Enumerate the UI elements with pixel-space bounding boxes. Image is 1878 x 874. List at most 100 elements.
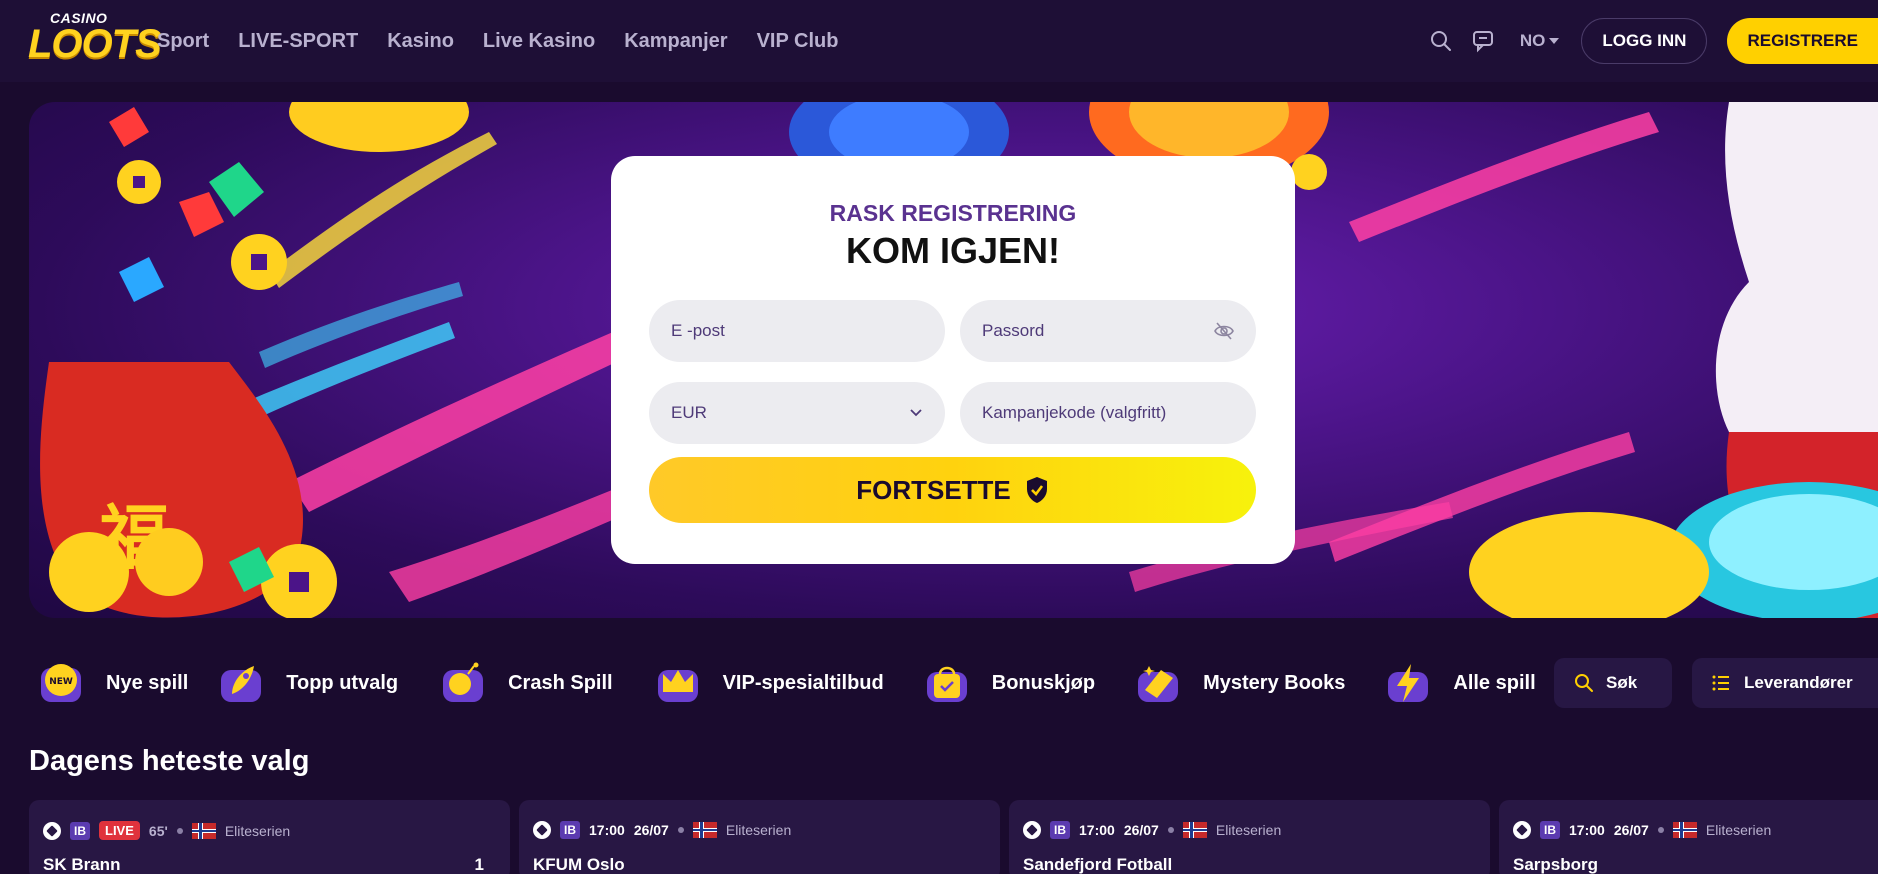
ib-badge: IB [70,821,90,840]
login-button[interactable]: LOGG INN [1581,18,1708,64]
list-icon [1712,675,1730,691]
new-badge-icon: NEW [38,660,84,706]
category-label: Crash Spill [508,671,613,694]
game-categories: NEW Nye spill Topp utvalg Crash Spill VI… [38,655,1536,711]
category-topp-utvalg[interactable]: Topp utvalg [218,660,398,706]
chevron-down-icon [909,408,923,418]
category-alle-spill[interactable]: Alle spill [1385,660,1536,706]
providers-label: Leverandører [1744,673,1853,692]
home-team: Sarpsborg [1513,855,1599,874]
match-minute: 65' [148,822,168,839]
email-field[interactable] [649,300,945,362]
header-actions: NO LOGG INN REGISTRERE [1428,0,1878,82]
ib-badge: IB [1050,821,1070,839]
category-crash-spill[interactable]: Crash Spill [440,660,613,706]
category-label: Mystery Books [1203,671,1346,694]
book-icon [1135,660,1181,706]
eye-off-icon[interactable] [1214,322,1234,340]
norway-flag-icon [1672,822,1697,838]
home-team: Sandefjord Fotball [1023,855,1173,874]
match-card[interactable]: IB LIVE 65' Eliteserien SK Brann 1 [29,800,510,874]
match-meta: IB 17:00 26/07 Eliteserien [1513,821,1771,839]
match-time: 17:00 [589,822,625,838]
football-icon [1023,821,1041,839]
form-subtitle: RASK REGISTRERING [829,200,1077,226]
football-icon [533,821,551,839]
language-code: NO [1519,31,1546,50]
nav-kampanjer[interactable]: Kampanjer [624,30,727,53]
match-date: 26/07 [633,822,669,838]
main-nav: Sport LIVE-SPORT Kasino Live Kasino Kamp… [157,0,838,82]
section-title: Dagens heteste valg [29,745,310,777]
game-search-button[interactable]: Søk [1554,658,1672,708]
separator-dot [1167,827,1174,833]
hero-banner: 福 RASK REGISTRERING KOM IGJEN! E -post E… [29,102,1878,618]
nav-kasino[interactable]: Kasino [387,30,454,53]
email-input[interactable] [671,321,923,341]
football-icon [43,821,61,840]
home-team: KFUM Oslo [533,855,625,874]
norway-flag-icon [692,822,717,838]
match-meta: IB LIVE 65' Eliteserien [43,821,290,840]
separator-dot [176,827,183,834]
nav-vip-club[interactable]: VIP Club [757,30,839,53]
category-bonuskjop[interactable]: Bonuskjøp [924,660,1095,706]
lightning-icon [1385,660,1431,706]
nav-sport[interactable]: Sport [157,30,209,53]
category-label: Alle spill [1453,671,1536,694]
separator-dot [1657,827,1664,833]
league-name: Eliteserien [1705,822,1772,838]
match-time: 17:00 [1569,822,1605,838]
search-icon [1574,673,1594,693]
match-time: 17:00 [1079,822,1115,838]
form-title: KOM IGJEN! [845,230,1060,271]
match-meta: IB 17:00 26/07 Eliteserien [1023,821,1281,839]
currency-value: EUR [671,403,707,422]
category-label: Bonuskjøp [991,671,1096,694]
bomb-icon [440,660,486,706]
home-team: SK Brann [43,855,121,874]
search-icon[interactable] [1428,28,1454,54]
match-meta: IB 17:00 26/07 Eliteserien [533,821,791,839]
password-field[interactable] [960,300,1256,362]
category-label: Topp utvalg [286,671,399,694]
league-name: Eliteserien [224,822,291,839]
password-input[interactable] [982,321,1214,341]
crown-icon [655,660,701,706]
promo-code-input[interactable] [982,403,1234,423]
currency-select[interactable]: EUR [649,382,945,444]
svg-text:NEW: NEW [49,677,73,687]
category-label: Nye spill [106,671,189,694]
category-vip-spesialtilbud[interactable]: VIP-spesialtilbud [655,660,884,706]
nav-live-kasino[interactable]: Live Kasino [483,30,595,53]
chat-icon[interactable] [1472,28,1498,54]
match-date: 26/07 [1123,822,1159,838]
nav-live-sport[interactable]: LIVE-SPORT [238,30,358,53]
norway-flag-icon [1182,822,1207,838]
promo-code-field[interactable] [960,382,1256,444]
category-label: VIP-spesialtilbud [722,671,884,694]
match-date: 26/07 [1613,822,1649,838]
shopping-bag-icon [924,660,970,706]
match-card[interactable]: IB 17:00 26/07 Eliteserien Sandefjord Fo… [1009,800,1490,874]
providers-button[interactable]: Leverandører [1692,658,1878,708]
live-badge: LIVE [99,821,140,840]
match-card[interactable]: IB 17:00 26/07 Eliteserien Sarpsborg [1499,800,1878,874]
norway-flag-icon [191,822,216,839]
match-card[interactable]: IB 17:00 26/07 Eliteserien KFUM Oslo [519,800,1000,874]
register-button[interactable]: REGISTRERE [1727,18,1878,64]
category-mystery-books[interactable]: Mystery Books [1135,660,1345,706]
rocket-icon [218,660,264,706]
ib-badge: IB [560,821,580,839]
ib-badge: IB [1540,821,1560,839]
quick-register-form: RASK REGISTRERING KOM IGJEN! EUR FORTSET… [611,156,1295,564]
casino-loots-logo[interactable]: CASINO LOOTS [28,10,162,72]
league-name: Eliteserien [725,822,792,838]
shield-check-icon [1025,476,1049,504]
continue-button[interactable]: FORTSETTE [649,457,1256,523]
home-score: 1 [474,855,484,874]
language-selector[interactable]: NO [1520,31,1560,51]
continue-label: FORTSETTE [856,474,1011,505]
category-nye-spill[interactable]: NEW Nye spill [38,660,188,706]
football-icon [1513,821,1531,839]
